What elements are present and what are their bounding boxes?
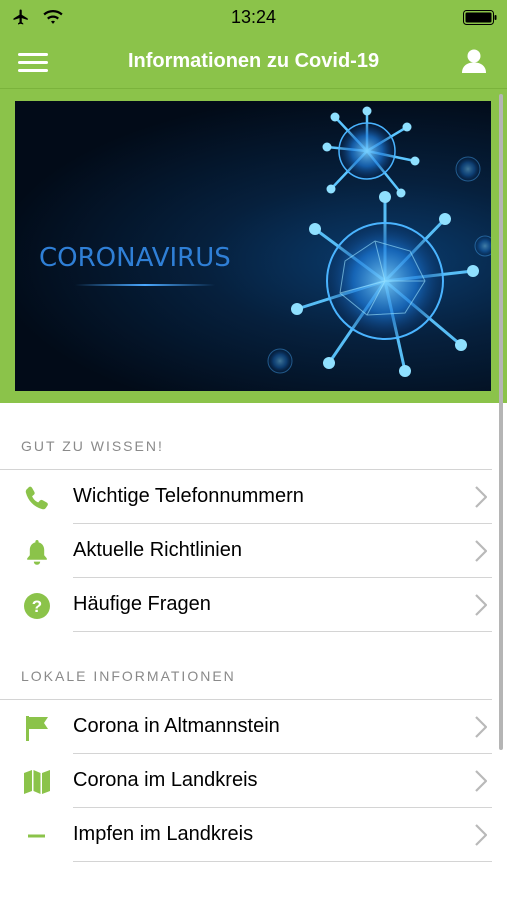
list-item-label: Corona im Landkreis: [73, 769, 258, 791]
chevron-right-icon: [475, 824, 487, 846]
hero-underline: [75, 284, 215, 286]
scrollbar[interactable]: [499, 94, 503, 750]
chevron-right-icon: [475, 770, 487, 792]
list-item-label: Corona in Altmannstein: [73, 715, 280, 737]
list-item-impfen[interactable]: Impfen im Landkreis: [0, 808, 507, 862]
chevron-right-icon: [475, 540, 487, 562]
divider: [73, 631, 492, 632]
list-item-landkreis[interactable]: Corona im Landkreis: [0, 754, 507, 808]
coronavirus-image: CORONAVIRUS: [15, 101, 491, 391]
svg-text:?: ?: [32, 597, 42, 616]
chevron-right-icon: [475, 716, 487, 738]
navigation-bar: Informationen zu Covid-19: [0, 36, 507, 89]
phone-icon: [25, 486, 48, 510]
bell-icon: [27, 540, 47, 565]
list-item-label: Häufige Fragen: [73, 593, 211, 615]
list-item-fragen[interactable]: ? Häufige Fragen: [0, 578, 507, 632]
chevron-right-icon: [475, 594, 487, 616]
status-time: 13:24: [230, 7, 277, 27]
list-item-richtlinien[interactable]: Aktuelle Richtlinien: [0, 524, 507, 578]
list-item-label: Impfen im Landkreis: [73, 823, 254, 845]
list-item-label: Wichtige Telefonnummern: [73, 485, 304, 507]
section-header-lokale-informationen: LOKALE INFORMATIONEN: [21, 668, 236, 684]
page-title: Informationen zu Covid-19: [127, 50, 380, 72]
section-header-gut-zu-wissen: GUT ZU WISSEN!: [21, 438, 164, 454]
map-icon: [24, 770, 50, 794]
list-item-label: Aktuelle Richtlinien: [73, 539, 242, 561]
menu-icon[interactable]: [18, 50, 48, 74]
user-icon[interactable]: [461, 48, 487, 74]
hero-text: CORONAVIRUS: [39, 243, 231, 273]
hero-banner: CORONAVIRUS: [0, 89, 507, 403]
flag-icon: [26, 716, 48, 741]
list-item-telefonnummern[interactable]: Wichtige Telefonnummern: [0, 470, 507, 524]
dash-icon: [28, 834, 45, 838]
battery-icon: [463, 10, 497, 25]
divider: [73, 861, 492, 862]
status-bar: 13:24: [0, 0, 507, 36]
chevron-right-icon: [475, 486, 487, 508]
list-item-altmannstein[interactable]: Corona in Altmannstein: [0, 700, 507, 754]
question-icon: ?: [24, 593, 50, 619]
